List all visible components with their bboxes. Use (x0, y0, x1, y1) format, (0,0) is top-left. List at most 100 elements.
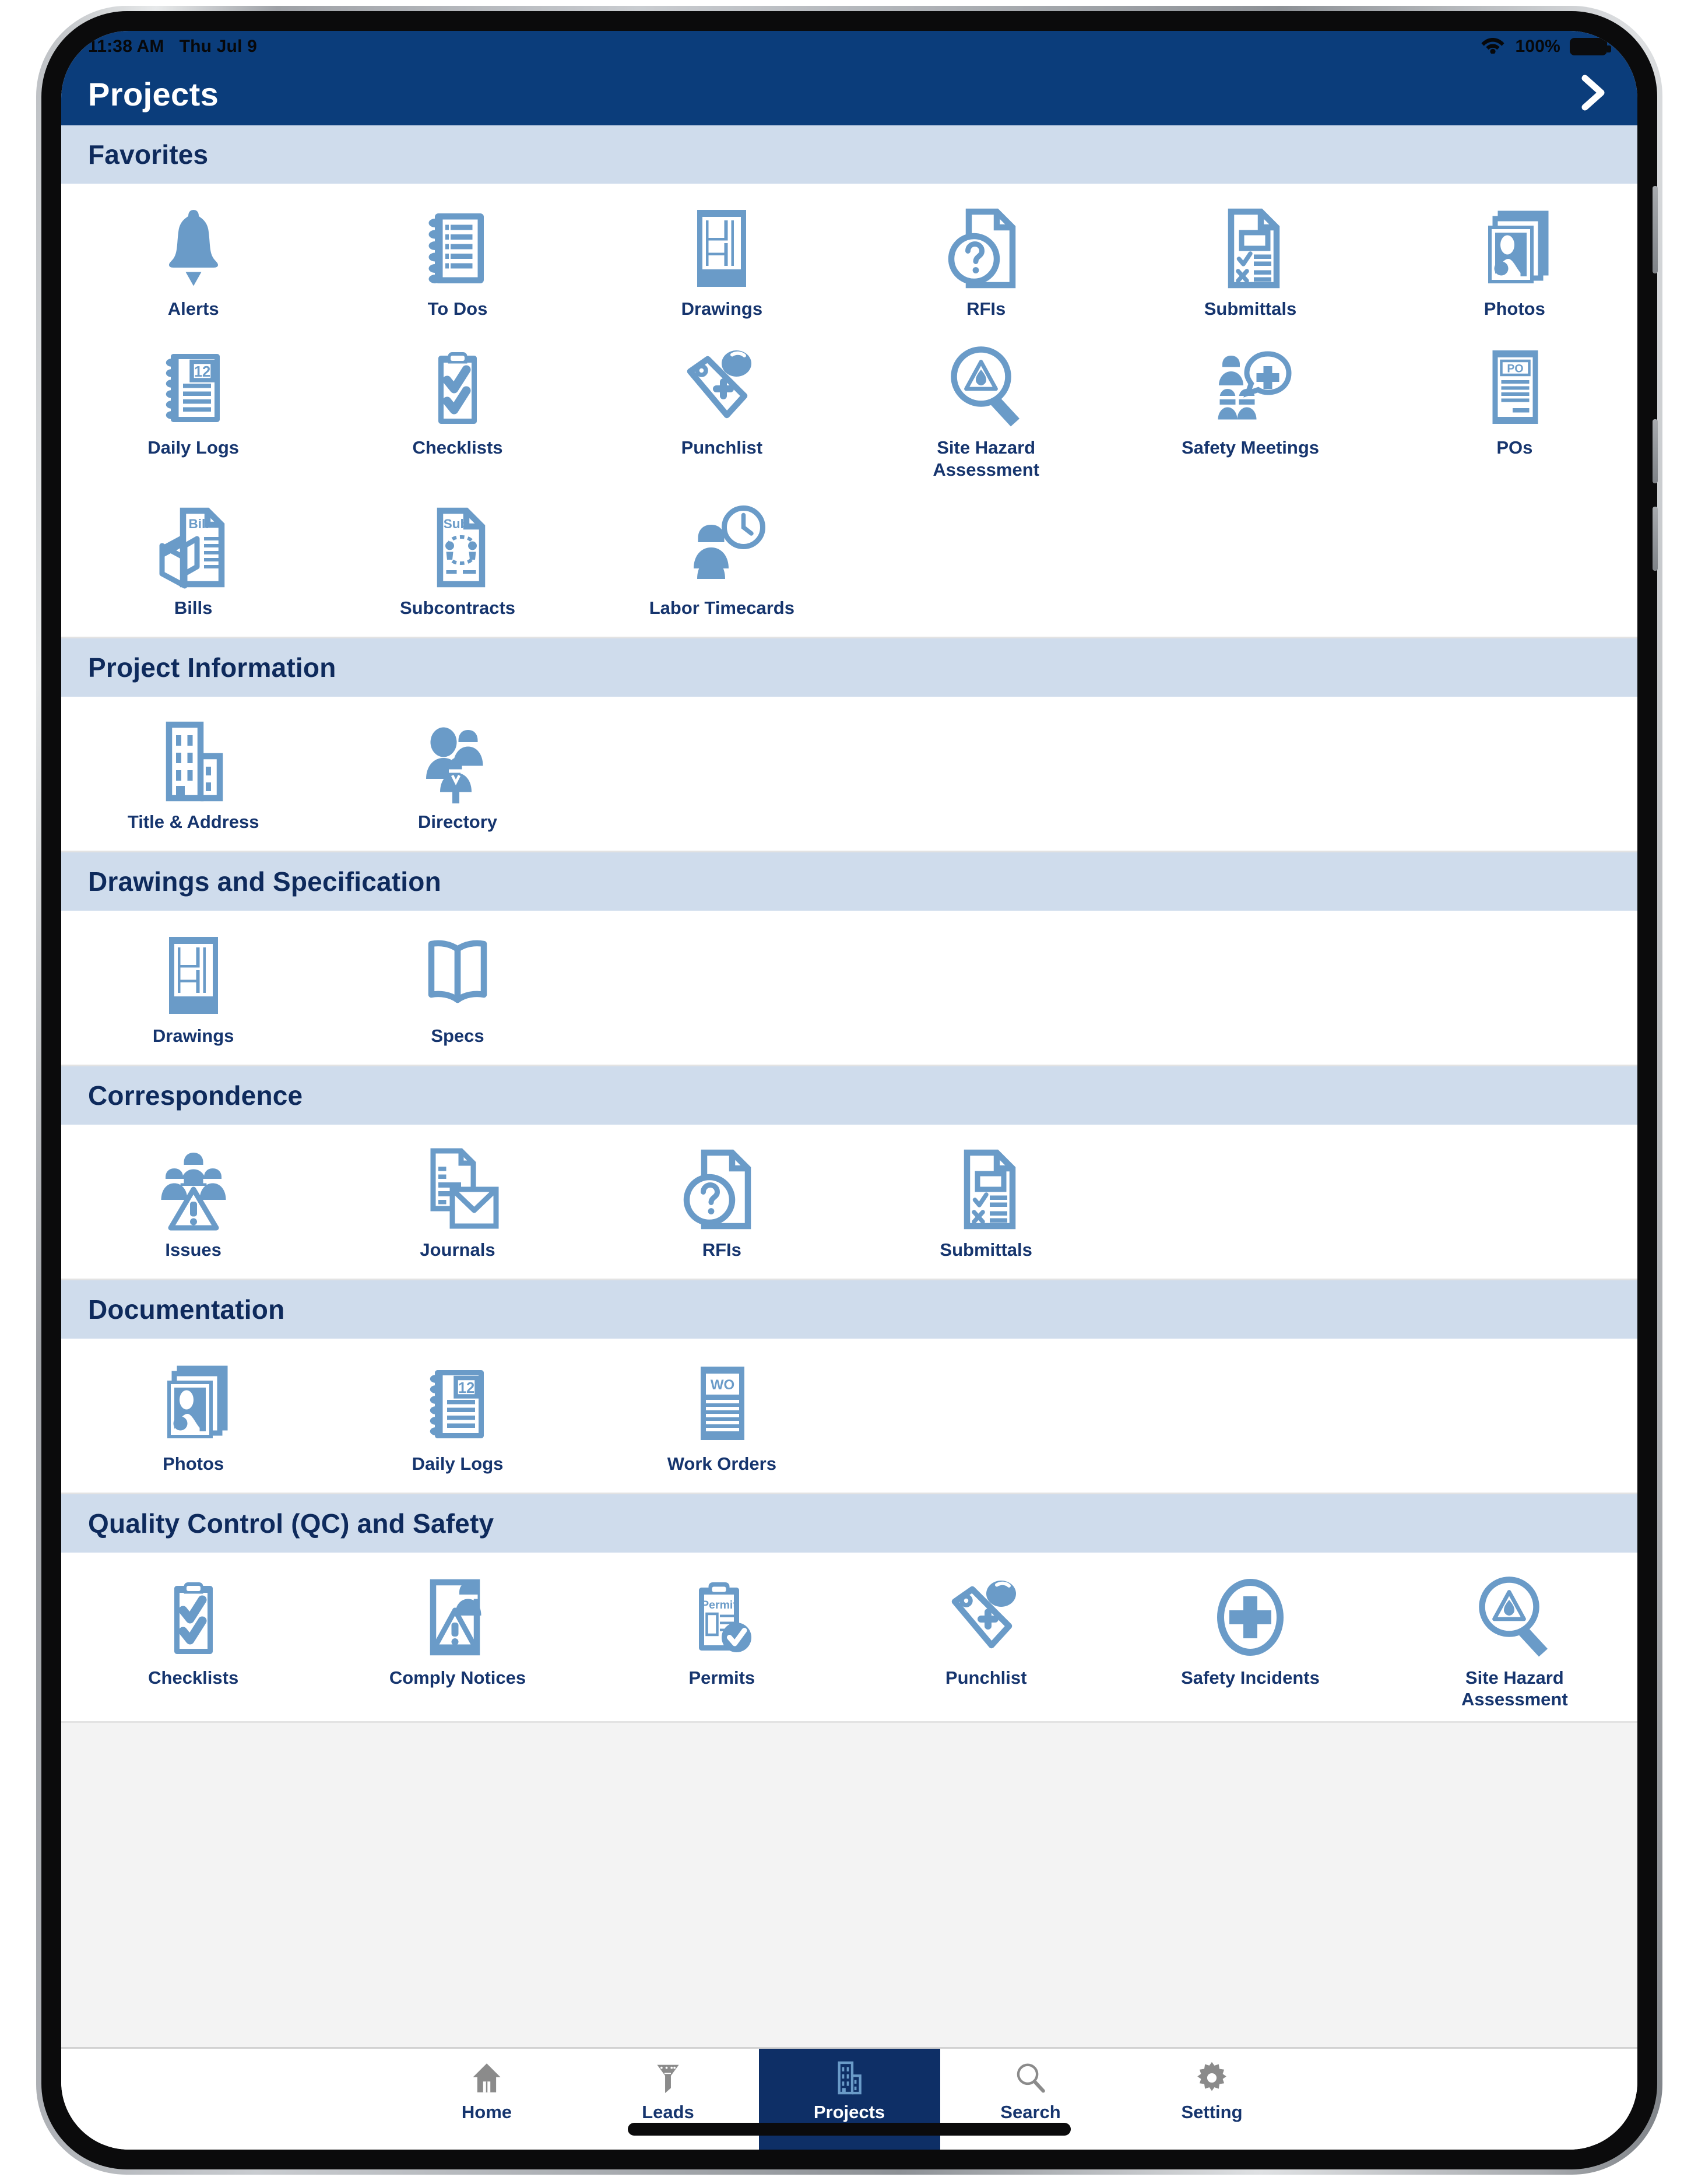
section-header: Drawings and Specification (61, 852, 1637, 911)
module-tile-photos[interactable]: Photos (61, 1347, 325, 1486)
module-tile-permits[interactable]: Permit Permits (590, 1561, 854, 1722)
module-grid: Title & Address Directory (61, 697, 1637, 851)
document-question-icon (678, 1146, 765, 1233)
module-tile-safety-meetings[interactable]: Safety Meetings (1118, 331, 1382, 491)
subcontract-document-icon: Sub (414, 504, 501, 591)
section-documentation: Documentation Photos 12 Daily Logs WO Work Or… (61, 1280, 1637, 1494)
module-tile-punchlist[interactable]: Punchlist (590, 331, 854, 491)
module-tile-bills[interactable]: Bill Bills (61, 491, 325, 630)
module-tile-label: Directory (417, 812, 498, 833)
tag-plus-icon (943, 1574, 1030, 1661)
power-button[interactable] (1653, 186, 1658, 273)
svg-text:PO: PO (1507, 362, 1524, 375)
module-tile-label: RFIs (966, 299, 1006, 319)
workers-warning-icon (150, 1146, 237, 1233)
building-icon (150, 718, 237, 805)
home-indicator[interactable] (628, 2123, 1071, 2136)
section-favorites: Favorites Alerts To Dos Drawings RFIs Submitt… (61, 125, 1637, 639)
module-tile-pos[interactable]: PO POs (1383, 331, 1637, 491)
status-bar-left: 11:38 AM Thu Jul 9 (88, 37, 257, 57)
module-tile-subcontracts[interactable]: Sub Subcontracts (325, 491, 589, 630)
module-tile-site-hazard-assessment[interactable]: Site Hazard Assessment (854, 331, 1118, 491)
magnifier-hazard-icon (1471, 1574, 1558, 1661)
workers-medical-icon (1207, 343, 1294, 431)
module-tile-photos[interactable]: Photos (1383, 192, 1637, 331)
module-tile-label: Drawings (681, 299, 763, 319)
module-tile-drawings[interactable]: Drawings (61, 919, 325, 1058)
search-icon (1013, 2060, 1049, 2096)
tab-label: Search (1000, 2101, 1061, 2122)
module-tile-label: Title & Address (127, 812, 259, 833)
module-tile-label: Labor Timecards (649, 598, 794, 619)
device-bezel: 11:38 AM Thu Jul 9 100% Projects Favorit… (41, 11, 1658, 2169)
module-tile-comply-notices[interactable]: Comply Notices (325, 1561, 589, 1722)
document-envelope-icon (414, 1146, 501, 1233)
gear-icon (1194, 2060, 1230, 2096)
notepad-list-icon (414, 205, 501, 292)
module-tile-rfis[interactable]: RFIs (854, 192, 1118, 331)
module-tile-label: Drawings (152, 1026, 234, 1047)
tab-setting[interactable]: Setting (1122, 2049, 1303, 2150)
section-header: Project Information (61, 638, 1637, 697)
status-bar: 11:38 AM Thu Jul 9 100% (61, 31, 1637, 62)
module-tile-title-address[interactable]: Title & Address (61, 705, 325, 844)
battery-full-icon (1570, 38, 1611, 55)
worker-warning-notice-icon (414, 1574, 501, 1661)
svg-text:Permit: Permit (701, 1599, 737, 1611)
module-tile-label: Permits (688, 1667, 755, 1688)
module-tile-site-hazard-assessment[interactable]: Site Hazard Assessment (1383, 1561, 1637, 1722)
section-project-information: Project Information Title & Address Direct… (61, 638, 1637, 853)
page-title: Projects (88, 75, 219, 113)
module-tile-submittals[interactable]: Submittals (854, 1133, 1118, 1272)
svg-text:12: 12 (194, 364, 210, 380)
tab-label: Setting (1181, 2101, 1243, 2122)
clipboard-check-icon (414, 343, 501, 431)
module-tile-labor-timecards[interactable]: Labor Timecards (590, 491, 854, 630)
section-header: Documentation (61, 1280, 1637, 1339)
permit-clipboard-icon: Permit (678, 1574, 765, 1661)
module-tile-label: Journals (420, 1239, 495, 1260)
notepad-calendar-icon: 12 (150, 343, 237, 431)
module-tile-specs[interactable]: Specs (325, 919, 589, 1058)
module-grid: Photos 12 Daily Logs WO Work Orders (61, 1338, 1637, 1493)
svg-text:Sub: Sub (444, 517, 469, 531)
device-screen: 11:38 AM Thu Jul 9 100% Projects Favorit… (61, 31, 1637, 2150)
module-tile-checklists[interactable]: Checklists (61, 1561, 325, 1722)
module-tile-to-dos[interactable]: To Dos (325, 192, 589, 331)
module-tile-work-orders[interactable]: WO Work Orders (590, 1347, 854, 1486)
module-tile-issues[interactable]: Issues (61, 1133, 325, 1272)
module-tile-label: To Dos (427, 299, 488, 319)
module-tile-label: POs (1496, 437, 1533, 458)
module-grid: Drawings Specs (61, 911, 1637, 1065)
module-tile-rfis[interactable]: RFIs (590, 1133, 854, 1272)
module-tile-daily-logs[interactable]: 12 Daily Logs (325, 1347, 589, 1486)
module-tile-submittals[interactable]: Submittals (1118, 192, 1382, 331)
module-tile-label: Checklists (148, 1667, 239, 1688)
tablet-device-frame: 11:38 AM Thu Jul 9 100% Projects Favorit… (36, 6, 1662, 2175)
module-tile-directory[interactable]: Directory (325, 705, 589, 844)
module-tile-daily-logs[interactable]: 12 Daily Logs (61, 331, 325, 491)
module-tile-label: Issues (165, 1239, 222, 1260)
module-tile-punchlist[interactable]: Punchlist (854, 1561, 1118, 1722)
section-divider (61, 1721, 1637, 1723)
tab-home[interactable]: Home (396, 2049, 578, 2150)
module-grid: Checklists Comply Notices Permit Permits Pun… (61, 1552, 1637, 1722)
module-tile-label: Punchlist (681, 437, 763, 458)
document-checklist-icon (943, 1146, 1030, 1233)
volume-down-button[interactable] (1653, 507, 1658, 571)
module-tile-safety-incidents[interactable]: Safety Incidents (1118, 1561, 1382, 1722)
module-tile-journals[interactable]: Journals (325, 1133, 589, 1272)
section-header: Favorites (61, 125, 1637, 184)
project-modules-scroll-area[interactable]: Favorites Alerts To Dos Drawings RFIs Submitt… (61, 125, 1637, 2047)
module-tile-drawings[interactable]: Drawings (590, 192, 854, 331)
module-tile-label: Daily Logs (412, 1453, 504, 1474)
module-tile-checklists[interactable]: Checklists (325, 331, 589, 491)
tab-label: Projects (813, 2101, 885, 2122)
photo-stack-icon (1471, 205, 1558, 292)
module-tile-alerts[interactable]: Alerts (61, 192, 325, 331)
chevron-right-icon[interactable] (1577, 72, 1611, 116)
volume-up-button[interactable] (1653, 419, 1658, 483)
open-book-icon (414, 932, 501, 1019)
module-tile-label: Subcontracts (399, 598, 516, 619)
module-tile-label: RFIs (702, 1239, 741, 1260)
